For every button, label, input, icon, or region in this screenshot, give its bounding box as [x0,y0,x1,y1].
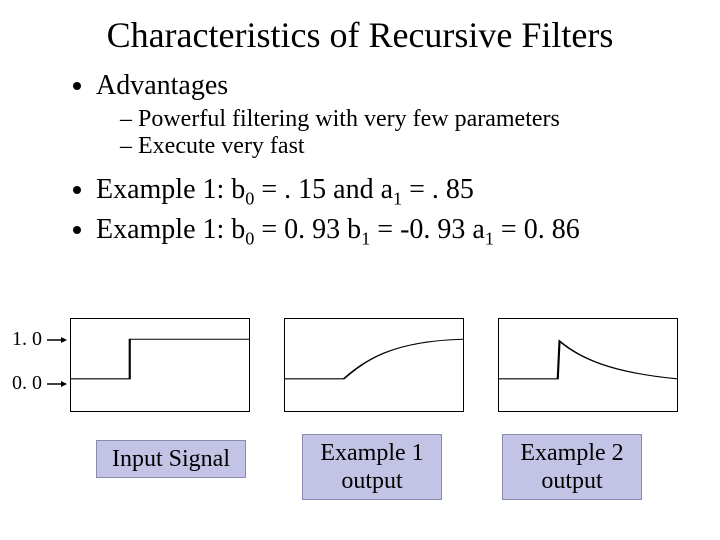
plot-example-1-svg [285,319,463,411]
ex2-mid2: = -0. 93 a [370,214,485,245]
sub-bullet-list: Powerful filtering with very few paramet… [96,106,678,160]
ex1-pre: Example 1: b [96,174,245,205]
ex2-pre: Example 1: b [96,214,245,245]
ex1-post: = . 85 [402,174,474,205]
arrow-right-icon [47,335,67,345]
bullet-example-2: Example 1: b0 = 0. 93 b1 = -0. 93 a1 = 0… [96,214,678,250]
plot-input-signal [70,318,250,412]
caption-row: Input Signal Example 1 output Example 2 … [70,434,710,514]
bullet-advantages: Advantages Powerful filtering with very … [96,70,678,160]
caption-example-2: Example 2 output [502,434,642,500]
bullet-list: Advantages Powerful filtering with very … [68,70,678,249]
ex2-sub1a: 1 [361,228,370,248]
plot-example-2 [498,318,678,412]
sub-bullet-2: Execute very fast [120,133,678,160]
caption-input-signal: Input Signal [96,440,246,478]
arrow-right-icon [47,379,67,389]
ex2-post: = 0. 86 [494,214,580,245]
ex2-mid1: = 0. 93 b [254,214,361,245]
y-axis-labels: 1. 0 0. 0 [12,328,67,416]
ex2-sub1b: 1 [485,228,494,248]
bullet-example-1: Example 1: b0 = . 15 and a1 = . 85 [96,174,678,210]
y-axis-1-text: 1. 0 [12,328,42,350]
plot-example-2-svg [499,319,677,411]
slide: Characteristics of Recursive Filters Adv… [0,0,720,540]
ex1-mid: = . 15 and a [254,174,393,205]
ex1-sub1: 1 [393,189,402,209]
plot-row [70,318,710,428]
slide-body: Advantages Powerful filtering with very … [68,70,678,253]
bullet-advantages-text: Advantages [96,70,228,101]
sub-bullet-1: Powerful filtering with very few paramet… [120,106,678,133]
y-axis-1: 1. 0 [12,328,67,372]
plot-example-1 [284,318,464,412]
slide-title: Characteristics of Recursive Filters [0,14,720,56]
plot-input-signal-svg [71,319,249,411]
y-axis-0-text: 0. 0 [12,372,42,394]
caption-example-1: Example 1 output [302,434,442,500]
y-axis-0: 0. 0 [12,372,67,416]
